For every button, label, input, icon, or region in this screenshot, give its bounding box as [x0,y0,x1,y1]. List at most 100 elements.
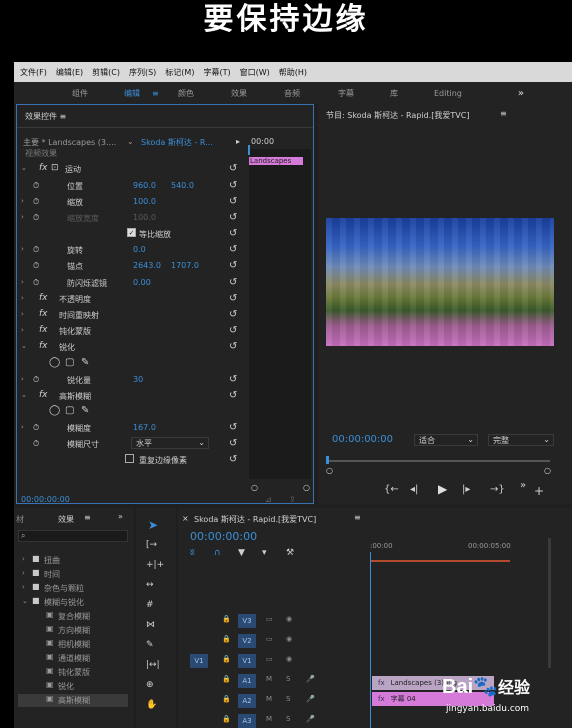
reset-icon[interactable]: ↺ [229,212,237,223]
sequence-label[interactable]: Skoda 斯柯达 - R... [141,137,241,148]
twirl-icon[interactable]: › [21,278,24,286]
ec-clip-bar[interactable]: Landscapes [249,157,303,165]
fx-toggle-icon[interactable]: fx [39,163,48,173]
reset-icon[interactable]: ↺ [229,260,237,271]
ec-timecode-bottom[interactable]: 00:00:00:00 [21,495,70,504]
track-target-a2[interactable]: A2 [238,694,256,708]
zoom-icon[interactable]: ✋ [146,700,157,710]
stopwatch-icon[interactable]: ⏱ [33,213,39,223]
step-forward-icon[interactable]: |▸ [462,484,470,495]
twirl-icon[interactable]: › [21,310,24,318]
twirl-icon[interactable]: ⌄ [21,391,27,399]
stopwatch-icon[interactable]: ⏱ [33,375,39,385]
add-button-icon[interactable]: + [534,484,544,498]
checkbox[interactable]: ✓ [127,228,136,237]
menu-icon[interactable]: ≡ [500,109,507,118]
effect-value[interactable]: 960.0 [133,181,156,190]
mic-icon[interactable]: 🎤 [306,675,315,683]
tab-effects[interactable]: 效果 [58,514,74,525]
twirl-icon[interactable]: › [22,569,25,577]
twirl-icon[interactable]: › [21,375,24,383]
lock-icon[interactable]: 🔒 [222,635,231,643]
solo-icon[interactable]: S [286,715,290,723]
rolling-edit-icon[interactable]: # [146,600,154,610]
timeline-title[interactable]: Skoda 斯柯达 - Rapid.[我爱TVC] [194,514,316,525]
motion-icon[interactable]: ⊡ [51,163,59,173]
program-playhead[interactable] [326,456,329,464]
effects-list-item[interactable]: ⌄ ■ 模糊与锐化 [18,596,128,609]
twirl-icon[interactable]: › [22,583,25,591]
razor-icon[interactable]: ⋈ [146,620,155,630]
menu-marker[interactable]: 标记(M) [165,67,194,78]
ec-playhead[interactable] [248,145,250,155]
add-marker-icon[interactable]: ▼ [238,548,245,558]
fx-toggle-icon[interactable]: fx [39,309,48,319]
rect-mask-icon[interactable]: ▢ [65,357,74,368]
twirl-icon[interactable]: › [21,213,24,221]
scrollbar[interactable] [548,538,551,668]
reset-icon[interactable]: ↺ [229,454,237,465]
program-scrubber[interactable] [328,460,550,462]
effect-value[interactable]: 0.00 [133,278,151,287]
track-target-v3[interactable]: V3 [238,614,256,628]
effect-value[interactable]: 2643.0 [133,261,161,270]
fit-select[interactable]: 适合 ⌄ [414,434,478,446]
search-input[interactable]: ⌕ [18,530,128,542]
ripple-edit-icon[interactable]: +|+ [146,560,164,570]
workspace-effects[interactable]: 效果 [231,88,247,99]
effects-list-item[interactable]: › ■ 扭曲 [18,554,128,567]
reset-icon[interactable]: ↺ [229,422,237,433]
sync-lock-icon[interactable]: ▭ [266,615,273,623]
effect-controls-tab[interactable]: 效果控件 ≡ [25,111,66,122]
marker-icon[interactable]: ▾ [262,548,267,558]
sync-lock-icon[interactable]: ▭ [266,635,273,643]
menu-edit[interactable]: 编辑(E) [56,67,83,78]
sync-lock-icon[interactable]: ▭ [266,655,273,663]
effect-value[interactable]: 540.0 [171,181,194,190]
lock-icon[interactable]: 🔒 [222,675,231,683]
effects-list-item[interactable]: › ■ 时间 [18,568,128,581]
twirl-icon[interactable]: › [21,326,24,334]
mic-icon[interactable]: 🎤 [306,715,315,723]
stopwatch-icon[interactable]: ⏱ [33,245,39,255]
workspace-more-icon[interactable]: » [518,88,524,99]
more-icon[interactable]: » [118,512,123,521]
track-select-icon[interactable]: [→ [146,540,157,550]
pen-mask-icon[interactable]: ✎ [81,405,89,416]
menu-icon[interactable]: ≡ [354,513,361,522]
scroll-circle-icon[interactable]: ○ [326,466,333,475]
mute-icon[interactable]: M [266,695,272,703]
step-back-icon[interactable]: ◂| [410,484,418,495]
slip-icon[interactable]: |↔| [146,660,160,670]
reset-icon[interactable]: ↺ [229,244,237,255]
chevron-down-icon[interactable]: ⌄ [127,137,134,146]
fx-toggle-icon[interactable]: fx [39,390,48,400]
effects-list-item[interactable]: ▣ 通道模糊 [18,652,128,665]
workspace-titles[interactable]: 字幕 [338,88,354,99]
effect-value[interactable]: 100.0 [133,213,156,222]
effects-list-item[interactable]: › ■ 杂色与颗粒 [18,582,128,595]
lock-icon[interactable]: 🔒 [222,655,231,663]
workspace-audio[interactable]: 音频 [284,88,300,99]
mic-icon[interactable]: 🎤 [306,695,315,703]
eye-icon[interactable]: ◉ [286,635,292,643]
solo-icon[interactable]: S [286,695,290,703]
snap-icon[interactable]: ʬ [190,548,195,558]
reset-icon[interactable]: ↺ [229,325,237,336]
lock-icon[interactable]: 🔒 [222,715,231,723]
pen-mask-icon[interactable]: ✎ [81,357,89,368]
reset-icon[interactable]: ↺ [229,163,237,174]
scroll-circle-icon[interactable]: ○ [251,483,258,492]
twirl-icon[interactable]: › [21,423,24,431]
twirl-icon[interactable]: › [22,555,25,563]
stopwatch-icon[interactable]: ⏱ [33,197,39,207]
mark-in-icon[interactable]: {← [384,484,399,495]
close-icon[interactable]: × [182,514,189,523]
more-icon[interactable]: » [520,480,526,491]
source-clip-label[interactable]: 主要 * Landscapes (3.... [23,137,129,148]
solo-icon[interactable]: S [286,675,290,683]
effect-value[interactable]: 167.0 [133,423,156,432]
scroll-circle-icon[interactable]: ○ [303,483,310,492]
stopwatch-icon[interactable]: ⏱ [33,278,39,288]
menu-icon[interactable]: ≡ [152,89,159,98]
